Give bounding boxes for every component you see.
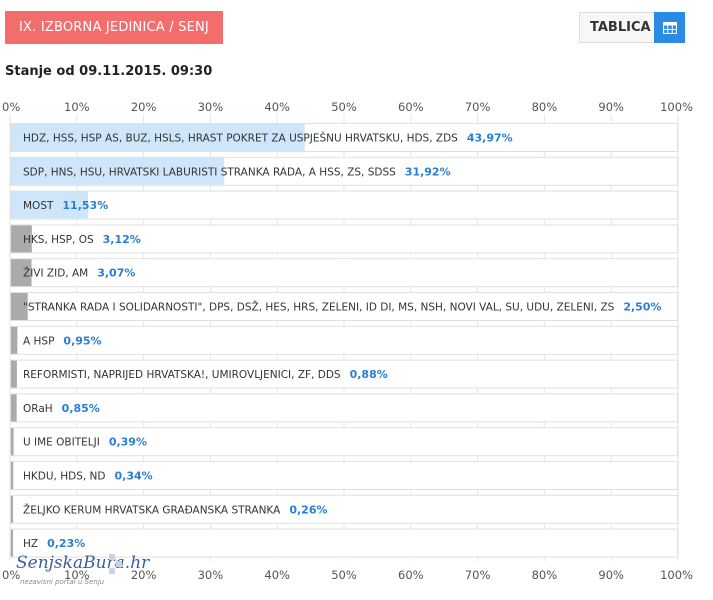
x-tick-label-top: 90% bbox=[598, 100, 624, 114]
x-tick-label-top: 100% bbox=[660, 100, 693, 114]
table-view-button[interactable]: TABLICA bbox=[579, 12, 685, 43]
x-tick-label-top: 70% bbox=[465, 100, 491, 114]
row-background bbox=[10, 190, 678, 220]
party-label: ŽIVI ZID, AM bbox=[23, 267, 88, 280]
watermark-subtitle: nezavisni portal u Senju bbox=[20, 578, 105, 586]
value-label: 0,95% bbox=[63, 334, 101, 347]
value-label: 0,88% bbox=[350, 368, 388, 381]
x-tick-label-bottom: 100% bbox=[660, 568, 693, 582]
party-label: HKDU, HDS, ND bbox=[23, 471, 106, 483]
x-tick-label-top: 10% bbox=[64, 100, 90, 114]
party-label: HKS, HSP, OS bbox=[23, 234, 94, 246]
value-label: 0,85% bbox=[62, 402, 100, 415]
party-label: SDP, HNS, HSU, HRVATSKI LABURISTI STRANK… bbox=[23, 166, 396, 178]
table-button-label: TABLICA bbox=[590, 20, 651, 35]
row-background bbox=[10, 461, 678, 490]
value-label: 3,07% bbox=[97, 267, 135, 280]
district-badge[interactable]: IX. IZBORNA JEDINICA / SENJ bbox=[5, 11, 223, 44]
bar bbox=[11, 462, 14, 489]
row-background bbox=[10, 393, 678, 423]
x-tick-label-top: 0% bbox=[2, 100, 20, 114]
party-label: ŽELJKO KERUM HRVATSKA GRAĐANSKA STRANKA bbox=[23, 503, 281, 516]
bar bbox=[11, 360, 17, 388]
x-tick-label-top: 80% bbox=[532, 100, 558, 114]
value-label: 2,50% bbox=[623, 301, 661, 314]
x-tick-label-top: 50% bbox=[331, 100, 357, 114]
watermark: SenjskaBura.hr nezavisni portal u Senju bbox=[14, 553, 149, 598]
results-chart: 0%0%10%10%20%20%30%30%40%40%50%50%60%60%… bbox=[2, 100, 693, 582]
x-tick-label-bottom: 50% bbox=[331, 568, 357, 582]
x-tick-label-top: 20% bbox=[131, 100, 157, 114]
value-label: 31,92% bbox=[405, 165, 451, 178]
watermark-title: SenjskaBura.hr bbox=[16, 553, 150, 573]
x-tick-label-top: 30% bbox=[198, 100, 224, 114]
x-tick-label-bottom: 40% bbox=[264, 568, 290, 582]
bar bbox=[11, 428, 14, 456]
party-label: HZ bbox=[23, 538, 38, 550]
table-grid-icon bbox=[654, 12, 685, 43]
value-label: 43,97% bbox=[467, 132, 513, 145]
value-label: 0,26% bbox=[289, 503, 327, 516]
party-label: MOST bbox=[23, 200, 54, 212]
party-label: A HSP bbox=[23, 335, 54, 347]
value-label: 0,39% bbox=[109, 436, 147, 449]
x-tick-label-bottom: 90% bbox=[598, 568, 624, 582]
value-label: 0,23% bbox=[47, 537, 85, 550]
party-label: "STRANKA RADA I SOLIDARNOSTI", DPS, DSŽ,… bbox=[23, 301, 615, 314]
x-tick-label-bottom: 80% bbox=[532, 568, 558, 582]
x-tick-label-top: 40% bbox=[264, 100, 290, 114]
x-tick-label-bottom: 60% bbox=[398, 568, 424, 582]
status-timestamp: Stanje od 09.11.2015. 09:30 bbox=[5, 64, 213, 79]
row-background bbox=[10, 325, 678, 355]
party-label: U IME OBITELJI bbox=[23, 437, 100, 449]
value-label: 3,12% bbox=[103, 233, 141, 246]
party-label: ORaH bbox=[23, 403, 53, 415]
x-tick-label-bottom: 30% bbox=[198, 568, 224, 582]
bar bbox=[11, 326, 18, 354]
value-label: 0,34% bbox=[115, 470, 153, 483]
watermark-squares-icon bbox=[109, 554, 122, 574]
party-label: REFORMISTI, NAPRIJED HRVATSKA!, UMIROVLJ… bbox=[23, 369, 341, 381]
bar bbox=[11, 495, 13, 523]
x-tick-label-bottom: 70% bbox=[465, 568, 491, 582]
bar bbox=[11, 394, 17, 422]
value-label: 11,53% bbox=[62, 199, 108, 212]
x-tick-label-top: 60% bbox=[398, 100, 424, 114]
bar bbox=[11, 529, 13, 557]
top-bar: IX. IZBORNA JEDINICA / SENJ TABLICA bbox=[0, 0, 713, 60]
party-label: HDZ, HSS, HSP AS, BUZ, HSLS, HRAST POKRE… bbox=[23, 132, 458, 145]
